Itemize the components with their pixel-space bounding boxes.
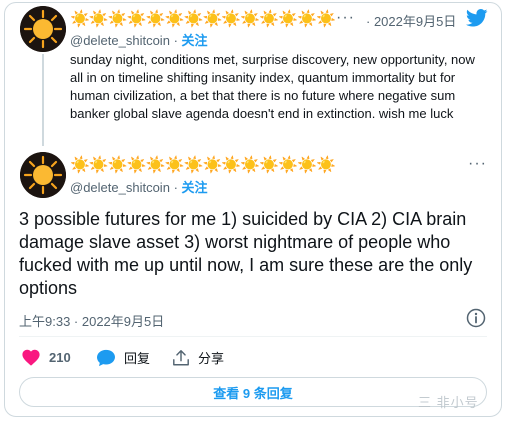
user-handle[interactable]: @delete_shitcoin [70, 180, 170, 195]
reply-button[interactable]: 回复 [96, 348, 150, 367]
avatar[interactable] [20, 152, 66, 198]
tweet-text: sunday night, conditions met, surprise d… [70, 52, 475, 121]
speech-bubble-icon [97, 349, 115, 366]
separator: · [173, 33, 178, 48]
follow-button[interactable]: 关注 [182, 180, 208, 195]
tweet-date[interactable]: · 2022年9月5日 [366, 11, 456, 30]
share-label: 分享 [198, 351, 225, 366]
more-options-icon[interactable]: ··· [336, 9, 355, 27]
display-name[interactable]: ☀️☀️☀️☀️☀️☀️☀️☀️☀️☀️☀️☀️☀️☀️ [70, 155, 336, 175]
view-replies-button[interactable]: 查看 9 条回复 [19, 377, 487, 407]
separator: · [173, 180, 178, 195]
info-icon[interactable] [466, 308, 486, 328]
watermark: 三 非小号 [418, 395, 479, 410]
tweet-timestamp[interactable]: 上午9:33 · 2022年9月5日 [19, 311, 164, 330]
display-name[interactable]: ☀️☀️☀️☀️☀️☀️☀️☀️☀️☀️☀️☀️☀️☀️ [70, 9, 336, 29]
handle-row: @delete_shitcoin · 关注 [70, 30, 208, 49]
follow-button[interactable]: 关注 [182, 33, 208, 48]
handle-row: @delete_shitcoin · 关注 [70, 177, 208, 196]
heart-icon [22, 349, 40, 366]
more-options-icon[interactable]: ··· [468, 155, 487, 173]
twitter-bird-icon[interactable] [466, 9, 488, 27]
tweet-text: 3 possible futures for me 1) suicided by… [19, 209, 473, 298]
avatar[interactable] [20, 6, 66, 52]
like-button[interactable]: 210 [21, 348, 71, 366]
share-icon [173, 349, 189, 365]
thread-line [42, 54, 44, 146]
divider [19, 336, 487, 337]
share-button[interactable]: 分享 [172, 348, 224, 367]
like-count: 210 [49, 349, 71, 365]
reply-label: 回复 [124, 351, 151, 366]
user-handle[interactable]: @delete_shitcoin [70, 33, 170, 48]
